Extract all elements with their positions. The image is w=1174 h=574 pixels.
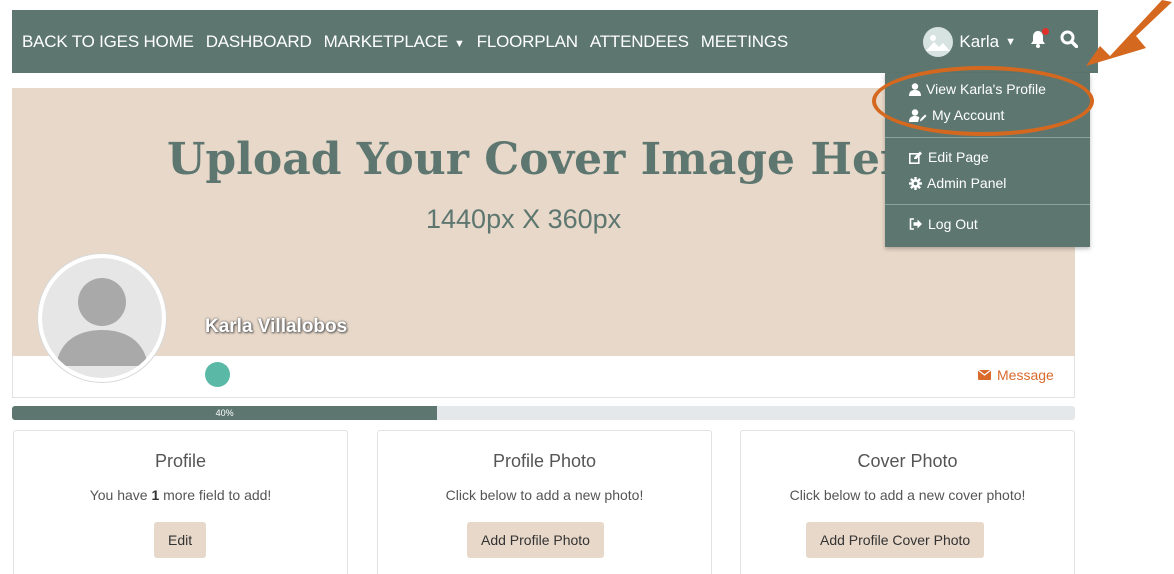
notification-dot [1042,28,1049,35]
profile-photo-card-title: Profile Photo [492,451,597,471]
menu-item-label: Edit Page [928,149,989,165]
menu-divider [885,137,1090,138]
edit-icon [909,151,922,164]
nav-attendees[interactable]: ATTENDEES [590,32,689,52]
menu-item-label: Admin Panel [927,175,1007,191]
cover-title: Upload Your Cover Image Here [167,134,932,185]
profile-card: Profile You have 1 more field to add! Ed… [13,430,348,574]
profile-completion-bar: 40% [12,406,1075,420]
message-label: Message [997,367,1054,383]
message-link[interactable]: Message [978,367,1054,383]
nav-back-to-home[interactable]: BACK TO IGES HOME [22,32,194,52]
bell-icon[interactable] [1030,28,1049,53]
cover-photo-card-title: Cover Photo [857,451,958,471]
progress-fill: 40% [12,406,438,420]
gear-icon [909,176,922,190]
nav-user-area: Karla ▼ [923,10,1079,73]
page: BACK TO IGES HOME DASHBOARD MARKETPLACE ▼… [0,0,1174,574]
menu-divider [885,204,1090,205]
nav-dashboard[interactable]: DASHBOARD [206,32,312,52]
cover-photo-card: Cover Photo Click below to add a new cov… [740,430,1075,574]
nav-marketplace[interactable]: MARKETPLACE ▼ [324,32,465,52]
search-icon[interactable] [1060,30,1079,53]
menu-item-label: Log Out [928,216,978,232]
chevron-down-icon: ▼ [453,37,465,50]
profile-display-name: Karla Villalobos [205,316,348,337]
arrow-annotation [1086,0,1172,66]
profile-avatar[interactable] [38,254,166,382]
highlight-ring [872,66,1094,136]
menu-item-admin-panel[interactable]: Admin Panel [909,175,1006,191]
cover-photo-card-desc: Click below to add a new cover photo! [789,487,1026,503]
top-nav: BACK TO IGES HOME DASHBOARD MARKETPLACE ▼… [12,10,1098,73]
profile-photo-card-desc: Click below to add a new photo! [445,487,644,503]
profile-photo-card: Profile Photo Click below to add a new p… [377,430,712,574]
nav-floorplan[interactable]: FLOORPLAN [477,32,578,52]
menu-item-edit-page[interactable]: Edit Page [909,149,989,165]
logout-icon [909,218,922,230]
add-profile-photo-button[interactable]: Add Profile Photo [467,522,604,558]
nav-marketplace-label: MARKETPLACE [323,31,449,51]
nav-meetings[interactable]: MEETINGS [701,32,788,52]
user-avatar-icon[interactable] [923,26,954,57]
envelope-icon [978,370,991,380]
user-menu-name[interactable]: Karla [959,32,999,52]
cover-dimensions: 1440px X 360px [426,204,622,234]
profile-card-title: Profile [154,451,207,471]
menu-item-log-out[interactable]: Log Out [909,216,978,232]
profile-card-desc: You have 1 more field to add! [89,487,272,503]
chevron-down-icon[interactable]: ▼ [1005,36,1016,48]
add-cover-photo-button[interactable]: Add Profile Cover Photo [806,522,985,558]
profile-bar [12,356,1075,398]
edit-profile-button[interactable]: Edit [154,522,207,558]
status-badge [205,362,230,387]
